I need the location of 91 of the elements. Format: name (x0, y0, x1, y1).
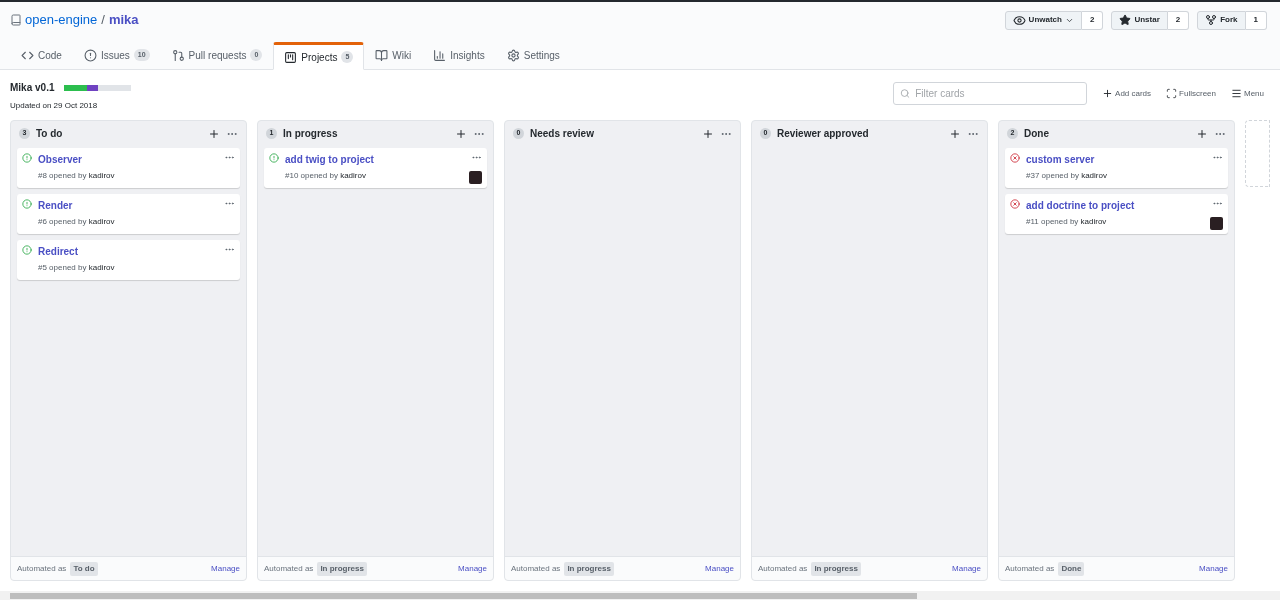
issue-card[interactable]: add twig to project #10 opened by kadirov (264, 148, 487, 188)
manage-link[interactable]: Manage (458, 562, 487, 575)
fork-icon (1205, 14, 1218, 26)
tab-label: Projects (301, 50, 338, 65)
repo-name-link[interactable]: mika (108, 10, 139, 30)
issue-meta: #37 opened by kadirov (1026, 170, 1108, 182)
column-title: In progress (283, 127, 338, 141)
menu-button[interactable]: Menu (1231, 87, 1264, 100)
filter-input[interactable]: Filter cards (915, 86, 1081, 101)
repo-icon (10, 14, 22, 26)
column-title: Done (1024, 127, 1049, 141)
automation-value: In progress (317, 561, 367, 576)
star-icon (1119, 14, 1132, 26)
repo-tab[interactable]: Wiki (364, 41, 423, 69)
issue-card[interactable]: add doctrine to project #11 opened by kadirov (1005, 194, 1228, 234)
add-card-icon[interactable] (949, 127, 961, 140)
horizontal-scrollbar[interactable] (10, 592, 917, 599)
issue-card[interactable]: Redirect #5 opened by kadirov (17, 240, 240, 280)
issue-title-link[interactable]: Render (38, 198, 224, 213)
eye-icon (1012, 13, 1026, 27)
watch-button[interactable]: Unwatch (1004, 10, 1082, 30)
issue-meta: #6 opened by kadirov (38, 216, 116, 228)
automation-value: Done (1058, 561, 1085, 576)
open-issue-icon (22, 245, 32, 255)
closed-issue-icon (1010, 199, 1020, 209)
add-card-icon[interactable] (455, 127, 467, 140)
issue-title-link[interactable]: add doctrine to project (1026, 198, 1210, 213)
tab-label: Pull requests (188, 48, 247, 63)
issue-title-link[interactable]: Observer (38, 152, 224, 167)
automation-value: In progress (564, 561, 614, 576)
add-cards-button[interactable]: Add cards (1102, 87, 1152, 100)
automation-label: Automated as (1005, 562, 1055, 575)
tab-label: Code (38, 48, 62, 63)
pull-request-icon (171, 48, 185, 62)
tab-label: Insights (450, 48, 485, 63)
manage-link[interactable]: Manage (1199, 562, 1228, 575)
manage-link[interactable]: Manage (705, 562, 734, 575)
path-separator: / (101, 11, 105, 30)
updated-date: Updated on 29 Oct 2018 (10, 100, 99, 112)
repo-tab[interactable]: Insights (422, 41, 496, 69)
tab-label: Issues (100, 48, 130, 63)
add-card-icon[interactable] (702, 127, 714, 140)
tab-label: Wiki (392, 48, 412, 63)
repo-tab[interactable]: Code (10, 41, 73, 69)
automation-value: To do (70, 561, 98, 576)
fork-button[interactable]: Fork (1197, 10, 1246, 30)
menu-icon (1231, 88, 1242, 99)
owner-link[interactable]: open-engine (25, 10, 98, 30)
automation-label: Automated as (758, 562, 808, 575)
automation-label: Automated as (17, 562, 67, 575)
count-badge[interactable]: 2 (1167, 10, 1190, 30)
issue-title-link[interactable]: Redirect (38, 244, 224, 259)
tab-label: Settings (523, 48, 560, 63)
manage-link[interactable]: Manage (952, 562, 981, 575)
book-icon (375, 48, 389, 62)
issue-card[interactable]: custom server #37 opened by kadirov (1005, 148, 1228, 188)
manage-link[interactable]: Manage (211, 562, 240, 575)
open-issue-icon (22, 199, 32, 209)
issue-title-link[interactable]: add twig to project (285, 152, 469, 167)
fullscreen-icon (1166, 88, 1178, 99)
fullscreen-button[interactable]: Fullscreen (1166, 87, 1216, 100)
automation-label: Automated as (264, 562, 314, 575)
issue-meta: #8 opened by kadirov (38, 170, 116, 182)
issue-title-link[interactable]: custom server (1026, 152, 1212, 167)
bar-chart-icon (433, 48, 447, 62)
repo-tab[interactable]: Settings (495, 41, 571, 69)
open-issue-icon (269, 153, 279, 163)
automation-label: Automated as (511, 562, 561, 575)
issue-card[interactable]: Observer #8 opened by kadirov (17, 148, 240, 188)
count-badge[interactable]: 1 (1245, 10, 1267, 30)
issue-card[interactable]: Render #6 opened by kadirov (17, 194, 240, 234)
column-title: Needs review (530, 127, 594, 141)
project-board-icon (284, 50, 298, 64)
issue-meta: #10 opened by kadirov (285, 170, 367, 182)
add-card-icon[interactable] (1196, 127, 1208, 140)
issue-icon (83, 48, 97, 62)
plus-icon (1102, 88, 1114, 99)
issue-meta: #5 opened by kadirov (38, 262, 116, 274)
open-issue-icon (22, 153, 32, 163)
project-title: Mika v0.1 (10, 81, 55, 95)
search-icon (900, 88, 911, 99)
star-button[interactable]: Unstar (1111, 10, 1168, 30)
settings-icon (506, 48, 520, 62)
count-badge[interactable]: 2 (1081, 10, 1104, 30)
issue-meta: #11 opened by kadirov (1026, 216, 1108, 228)
automation-value: In progress (811, 561, 861, 576)
column-title: To do (36, 127, 63, 141)
filter-field[interactable]: Filter cards (893, 82, 1088, 105)
column-title: Reviewer approved (777, 127, 869, 141)
closed-issue-icon (1010, 153, 1020, 163)
add-card-icon[interactable] (208, 127, 220, 140)
